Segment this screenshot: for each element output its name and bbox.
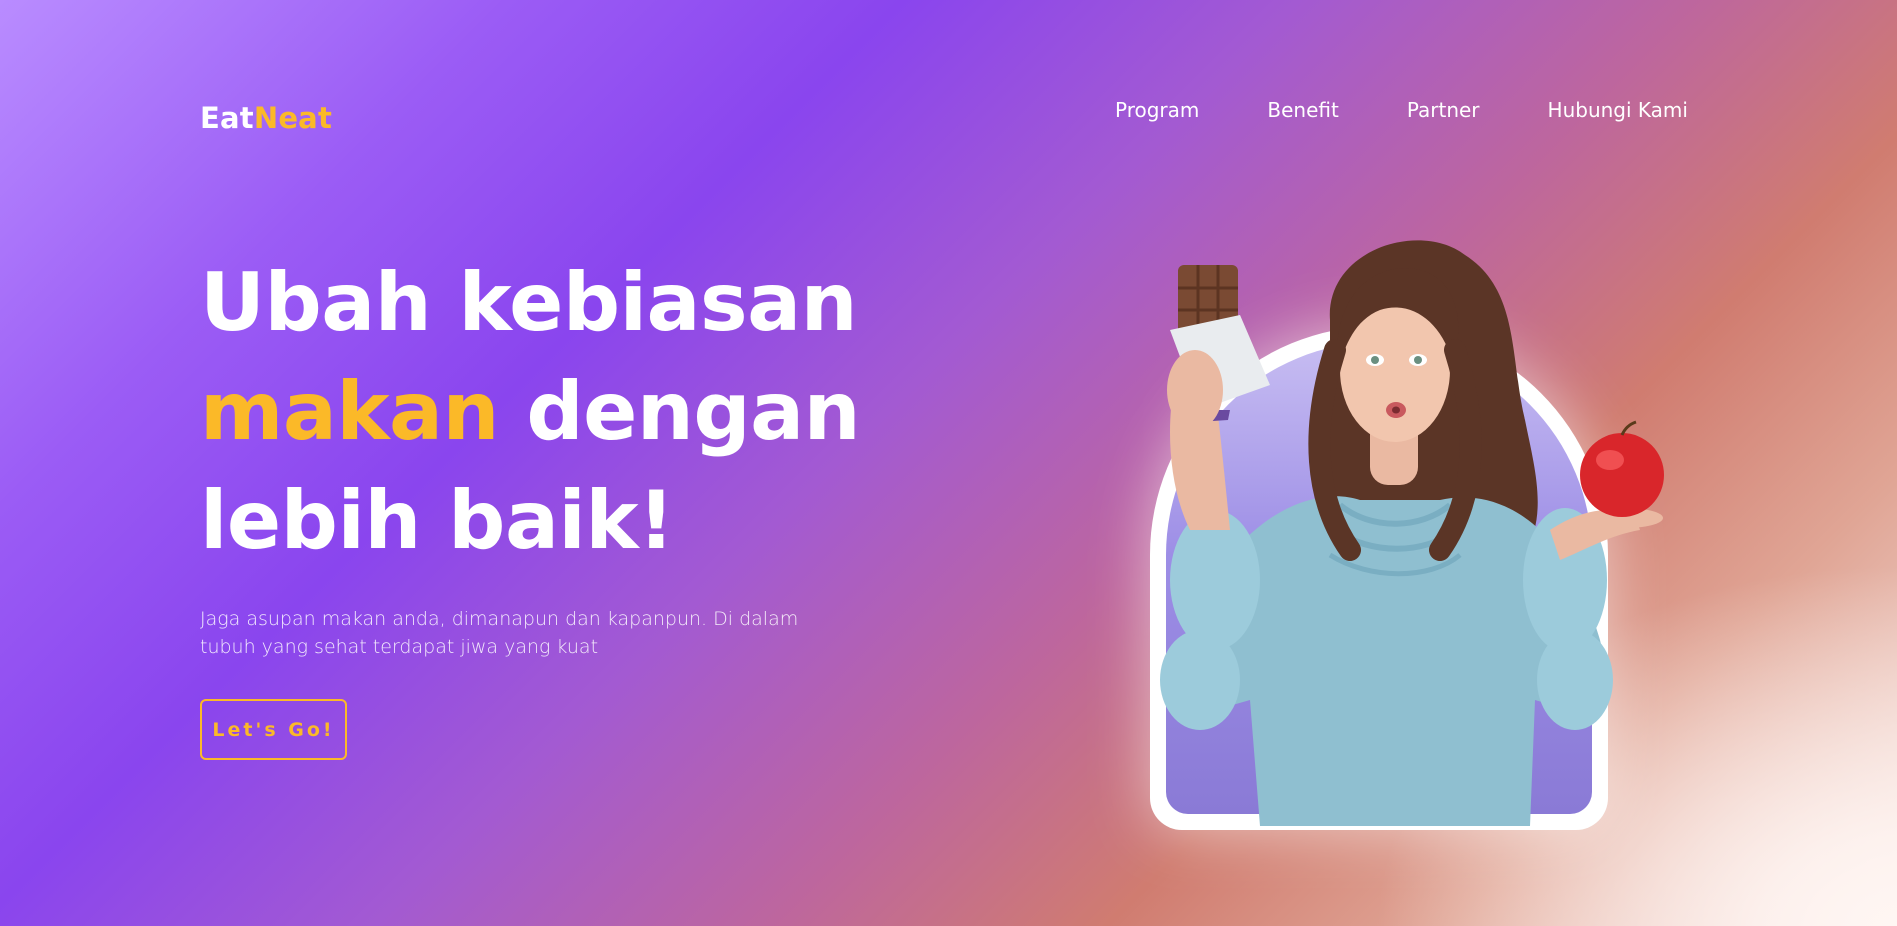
brand-logo-part1: Eat <box>200 101 254 135</box>
main-nav: Program Benefit Partner Hubungi Kami <box>1115 97 1688 123</box>
brand-logo-part2: Neat <box>253 101 333 135</box>
headline-line1: Ubah kebiasan <box>200 256 858 349</box>
headline-line2-rest: dengan <box>498 365 861 458</box>
woman-holding-chocolate-and-apple-image <box>1160 240 1664 826</box>
hero-image <box>1080 230 1700 850</box>
nav-item-program[interactable]: Program <box>1115 97 1199 123</box>
brand-logo[interactable]: EatNeat <box>200 100 332 136</box>
headline-highlight: makan <box>200 365 499 458</box>
nav-item-partner[interactable]: Partner <box>1407 97 1480 123</box>
headline-line3: lebih baik! <box>200 474 675 567</box>
nav-item-benefit[interactable]: Benefit <box>1267 97 1338 123</box>
hero-subtext: Jaga asupan makan anda, dimanapun dan ka… <box>200 608 799 658</box>
lets-go-button[interactable]: Let's Go! <box>200 699 347 760</box>
nav-item-hubungi-kami[interactable]: Hubungi Kami <box>1548 97 1688 123</box>
hero-headline: Ubah kebiasan makan dengan lebih baik! <box>200 248 861 575</box>
